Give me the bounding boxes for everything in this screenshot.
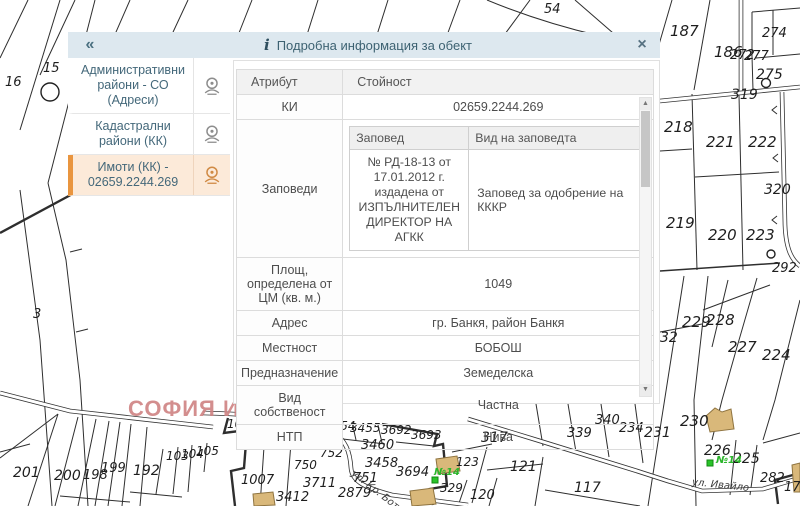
- value-cell: гр. Банкя, район Банкя: [343, 311, 654, 336]
- value-cell: Земеделска: [343, 361, 654, 386]
- map-pin-icon: [193, 58, 230, 113]
- parcel-number-label: 277: [744, 50, 769, 63]
- table-row: Вид собственост Частна: [237, 386, 654, 425]
- attr-cell: КИ: [237, 95, 343, 120]
- parcel-number-label: 320: [764, 183, 791, 197]
- parcel-number-label: 201: [13, 466, 40, 480]
- parcel-number-label: 3694: [396, 466, 429, 479]
- column-header-order: Заповед: [350, 127, 469, 150]
- dialog-title-text: Подробна информация за обект: [277, 38, 472, 53]
- parcel-number-label: 199: [101, 462, 126, 475]
- info-icon: i: [264, 36, 270, 54]
- parcel-number-label: 292: [772, 262, 797, 275]
- table-row: Адрес гр. Банкя, район Банкя: [237, 311, 654, 336]
- scrollbar-down-arrow[interactable]: ▼: [640, 384, 651, 396]
- parcel-number-label: 228: [706, 313, 735, 328]
- address-label: №14: [716, 456, 742, 466]
- parcel-number-label: 222: [748, 135, 777, 150]
- sidebar-item-property-02659-2244-269[interactable]: Имоти (КК) - 02659.2244.269: [68, 155, 230, 196]
- value-cell: Нива: [343, 425, 654, 450]
- parcel-number-label: 224: [762, 348, 791, 363]
- parcel-number-label: 54: [544, 3, 561, 16]
- collapse-sidebar-button[interactable]: «: [68, 36, 112, 54]
- table-row: Местност БОБОШ: [237, 336, 654, 361]
- address-label: №14: [434, 468, 460, 478]
- parcel-number-label: 187: [670, 24, 699, 39]
- parcel-number-label: 223: [746, 228, 775, 243]
- parcel-number-label: 218: [664, 120, 693, 135]
- attr-cell: Предназначение: [237, 361, 343, 386]
- table-row: Площ, определена от ЦМ (кв. м.) 1049: [237, 258, 654, 311]
- orders-row: № РД-18-13 от 17.01.2012 г. издадена от …: [350, 150, 649, 251]
- parcel-number-label: 32: [660, 331, 678, 345]
- parcel-number-label: 3711: [303, 477, 336, 490]
- parcel-number-label: 220: [708, 228, 737, 243]
- map-pin-icon: [193, 155, 230, 195]
- sidebar-item-label: Кадастрални райони (КК): [73, 114, 193, 154]
- attr-cell: Вид собственост: [237, 386, 343, 425]
- parcel-number-label: 121: [510, 460, 537, 474]
- value-cell: 02659.2244.269: [343, 95, 654, 120]
- parcel-number-label: 282: [760, 472, 785, 485]
- app-window: 5416153187186274272277275319218221222320…: [0, 0, 800, 506]
- value-cell: 1049: [343, 258, 654, 311]
- parcel-number-label: 173: [784, 481, 800, 494]
- sidebar-item-cadastral-regions[interactable]: Кадастрални райони (КК): [68, 114, 230, 155]
- column-header-order-type: Вид на заповедта: [469, 127, 649, 150]
- dialog-header: « i Подробна информация за обект ×: [68, 32, 660, 58]
- parcel-number-label: 200: [54, 469, 81, 483]
- attr-cell: Площ, определена от ЦМ (кв. м.): [237, 258, 343, 311]
- parcel-number-label: 192: [133, 464, 160, 478]
- parcel-number-label: 319: [731, 88, 758, 102]
- sidebar-item-label: Административни райони - СО (Адреси): [73, 58, 193, 113]
- parcel-number-label: 227: [728, 340, 757, 355]
- parcel-number-label: 117: [574, 481, 601, 495]
- sidebar-item-admin-regions[interactable]: Административни райони - СО (Адреси): [68, 58, 230, 114]
- attr-cell: Местност: [237, 336, 343, 361]
- parcel-number-label: 275: [756, 68, 783, 82]
- table-header-row: Атрибут Стойност: [237, 70, 654, 95]
- table-row: НТП Нива: [237, 425, 654, 450]
- scrollbar-thumb[interactable]: [641, 111, 650, 187]
- layer-sidebar: Административни райони - СО (Адреси) Кад…: [68, 58, 230, 196]
- parcel-number-label: 221: [706, 135, 735, 150]
- attr-cell: НТП: [237, 425, 343, 450]
- map-pin-icon: [193, 114, 230, 154]
- scrollbar[interactable]: ▲ ▼: [639, 97, 652, 397]
- attr-cell: Адрес: [237, 311, 343, 336]
- column-header-attribute: Атрибут: [237, 70, 343, 95]
- dialog-title: i Подробна информация за обект: [112, 36, 624, 54]
- order-cell: № РД-18-13 от 17.01.2012 г. издадена от …: [350, 150, 469, 251]
- sidebar-item-label: Имоти (КК) - 02659.2244.269: [73, 155, 193, 195]
- parcel-number-label: 15: [43, 62, 60, 75]
- scrollbar-up-arrow[interactable]: ▲: [640, 98, 651, 110]
- parcel-number-label: 120: [470, 489, 495, 502]
- parcel-number-label: 230: [680, 414, 709, 429]
- parcel-number-label: 3: [33, 308, 41, 321]
- orders-table: Заповед Вид на заповедта № РД-18-13 от 1…: [349, 126, 649, 251]
- attribute-table-panel: Атрибут Стойност КИ 02659.2244.269 Запов…: [233, 60, 660, 404]
- parcel-number-label: 16: [5, 76, 22, 89]
- table-row: Заповеди Заповед Вид на заповедта № РД-1…: [237, 120, 654, 258]
- parcel-number-label: 1007: [241, 474, 274, 487]
- orders-header-row: Заповед Вид на заповедта: [350, 127, 649, 150]
- value-cell: Частна: [343, 386, 654, 425]
- parcel-number-label: 3412: [276, 491, 309, 504]
- table-row: КИ 02659.2244.269: [237, 95, 654, 120]
- table-row: Предназначение Земеделска: [237, 361, 654, 386]
- close-icon[interactable]: ×: [624, 36, 660, 54]
- parcel-number-label: 3458: [365, 457, 398, 470]
- parcel-number-label: 274: [762, 27, 787, 40]
- parcel-number-label: 219: [666, 216, 695, 231]
- value-cell: БОБОШ: [343, 336, 654, 361]
- attr-cell: Заповеди: [237, 120, 343, 258]
- parcel-number-label: 329: [440, 482, 463, 494]
- order-type-cell: Заповед за одобрение на КККР: [469, 150, 649, 251]
- parcel-number-label: 105: [196, 445, 219, 457]
- attribute-table: Атрибут Стойност КИ 02659.2244.269 Запов…: [236, 69, 654, 450]
- parcel-number-label: 750: [294, 459, 317, 471]
- column-header-value: Стойност: [343, 70, 654, 95]
